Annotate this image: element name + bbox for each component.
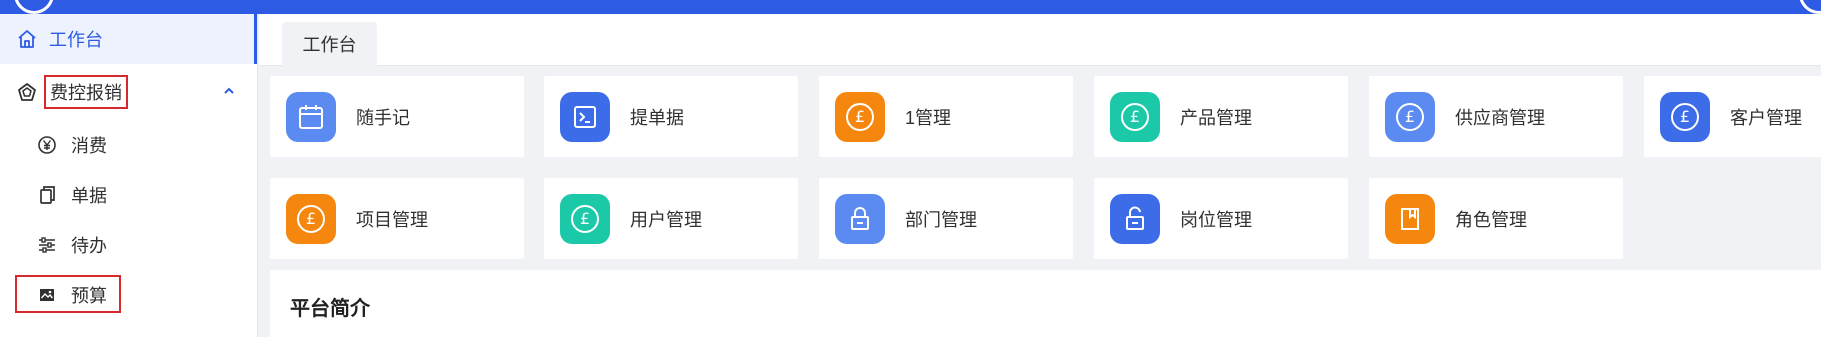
highlight-box (15, 275, 121, 313)
shortcut-label: 随手记 (356, 107, 410, 128)
shortcut-card[interactable]: £ 1管理 (819, 76, 1073, 157)
sidebar-item-label: 待办 (71, 236, 107, 256)
shortcut-card[interactable]: £ 供应商管理 (1369, 76, 1623, 157)
chevron-up-icon[interactable] (222, 82, 236, 96)
sliders-icon (37, 235, 57, 255)
shortcut-label: 角色管理 (1455, 209, 1527, 230)
shortcut-card[interactable]: 部门管理 (819, 178, 1073, 259)
shortcut-card[interactable]: £ 用户管理 (544, 178, 798, 259)
platform-intro-title: 平台简介 (270, 270, 1821, 337)
shortcut-card[interactable]: £ 项目管理 (270, 178, 524, 259)
shortcut-label: 用户管理 (630, 209, 702, 230)
shortcut-label: 供应商管理 (1455, 107, 1545, 128)
shortcut-card[interactable]: 提单据 (544, 76, 798, 157)
sidebar-item-label: 单据 (71, 186, 107, 206)
shortcut-label: 提单据 (630, 107, 684, 128)
shortcut-label: 项目管理 (356, 209, 428, 230)
top-header (0, 0, 1821, 14)
sidebar-item-documents[interactable]: 单据 (0, 170, 257, 220)
pound-coin-icon: £ (560, 193, 610, 244)
pound-coin-icon: £ (1385, 91, 1435, 142)
logo[interactable] (14, 0, 54, 14)
sidebar-item-todo[interactable]: 待办 (0, 220, 257, 270)
tab-bar: 工作台 (259, 14, 1821, 66)
bookmark-icon (1385, 193, 1435, 244)
yen-circle-icon (37, 135, 57, 155)
shortcut-card[interactable]: 岗位管理 (1094, 178, 1348, 259)
pound-coin-icon: £ (286, 193, 336, 244)
main-content: 工作台 随手记 提单据 £ 1管理 £ 产品管理 £ 供应商管理 £ 客户管理 … (259, 14, 1821, 337)
sidebar-item-label: 消费 (71, 136, 107, 156)
sidebar-group-expense[interactable]: 费控报销 (0, 64, 257, 120)
shortcut-label: 客户管理 (1730, 107, 1802, 128)
shortcut-label: 岗位管理 (1180, 209, 1252, 230)
sidebar-item-label: 工作台 (49, 30, 103, 50)
shortcut-label: 部门管理 (905, 209, 977, 230)
shortcut-label: 产品管理 (1180, 107, 1252, 128)
shortcut-card[interactable]: £ 产品管理 (1094, 76, 1348, 157)
copy-icon (37, 185, 57, 205)
sidebar-item-home[interactable]: 工作台 (0, 14, 257, 64)
tab-workbench[interactable]: 工作台 (282, 22, 377, 66)
pound-coin-icon: £ (835, 91, 885, 142)
shortcut-label: 1管理 (905, 107, 952, 128)
shortcut-card[interactable]: 角色管理 (1369, 178, 1623, 259)
sidebar-group-label: 费控报销 (44, 75, 128, 109)
home-icon (17, 29, 37, 49)
sidebar-item-consume[interactable]: 消费 (0, 120, 257, 170)
pound-coin-icon: £ (1660, 91, 1710, 142)
lock-icon (835, 193, 885, 244)
shortcut-card[interactable]: 随手记 (270, 76, 524, 157)
unlock-icon (1110, 193, 1160, 244)
sidebar-item-budget[interactable]: 预算 (0, 270, 257, 320)
sidebar: 工作台 费控报销 消费 单据 待办 预算 (0, 14, 258, 337)
calendar-icon (286, 91, 336, 142)
pentagon-icon (17, 82, 37, 102)
terminal-icon (560, 91, 610, 142)
pound-coin-icon: £ (1110, 91, 1160, 142)
avatar[interactable] (1799, 0, 1821, 14)
shortcut-card[interactable]: £ 客户管理 (1644, 76, 1821, 157)
